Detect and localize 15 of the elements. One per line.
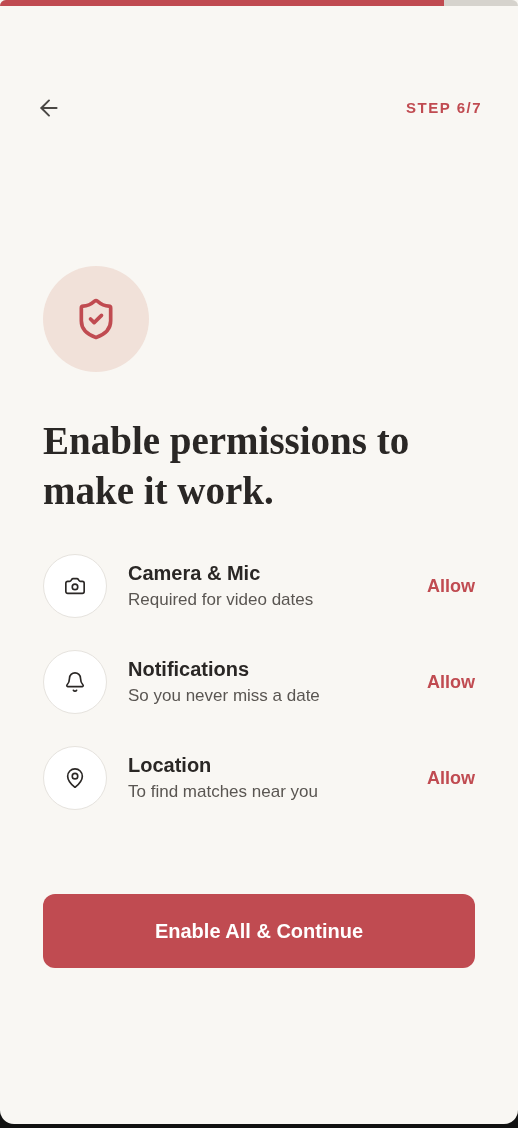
permission-description: To find matches near you <box>128 781 319 803</box>
page-title: Enable permissions to make it work. <box>43 418 411 514</box>
allow-button[interactable]: Allow <box>427 668 475 696</box>
enable-all-button[interactable]: Enable All & Continue <box>43 894 475 968</box>
step-indicator: STEP 6/7 <box>406 97 482 118</box>
bell-icon <box>64 671 86 693</box>
permission-title: Location <box>128 753 213 778</box>
location-pin-icon <box>64 767 86 789</box>
camera-icon <box>64 575 86 597</box>
permission-title: Notifications <box>128 657 251 682</box>
allow-button[interactable]: Allow <box>427 764 475 792</box>
permission-description: Required for video dates <box>128 589 315 611</box>
allow-button[interactable]: Allow <box>427 572 475 600</box>
permission-title: Camera & Mic <box>128 561 262 586</box>
permission-description: So you never miss a date <box>128 685 321 707</box>
